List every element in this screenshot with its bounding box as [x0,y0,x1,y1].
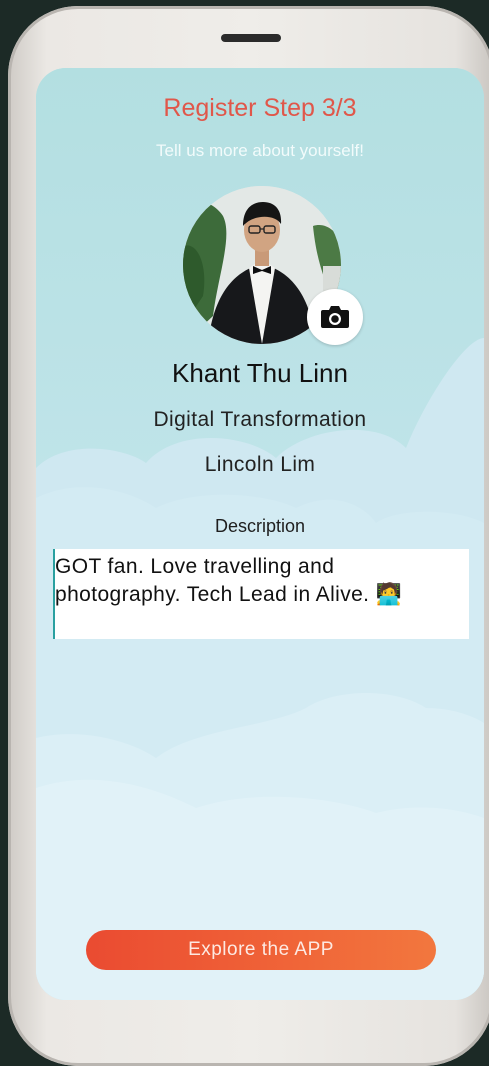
phone-frame: Register Step 3/3 Tell us more about you… [8,6,489,1066]
description-input[interactable]: GOT fan. Love travelling and photography… [53,549,469,639]
description-label: Description [214,516,306,536]
phone-speaker [221,34,281,42]
profile-manager: Lincoln Lim [204,453,316,476]
camera-icon [321,306,349,328]
app-screen: Register Step 3/3 Tell us more about you… [36,68,484,1000]
explore-app-button[interactable]: Explore the APP [86,930,436,970]
page-title: Register Step 3/3 [163,94,357,122]
profile-name: Khant Thu Linn [172,358,348,388]
change-photo-button[interactable] [307,289,363,345]
profile-department: Digital Transformation [153,408,367,431]
page-subtitle: Tell us more about yourself! [156,141,364,160]
